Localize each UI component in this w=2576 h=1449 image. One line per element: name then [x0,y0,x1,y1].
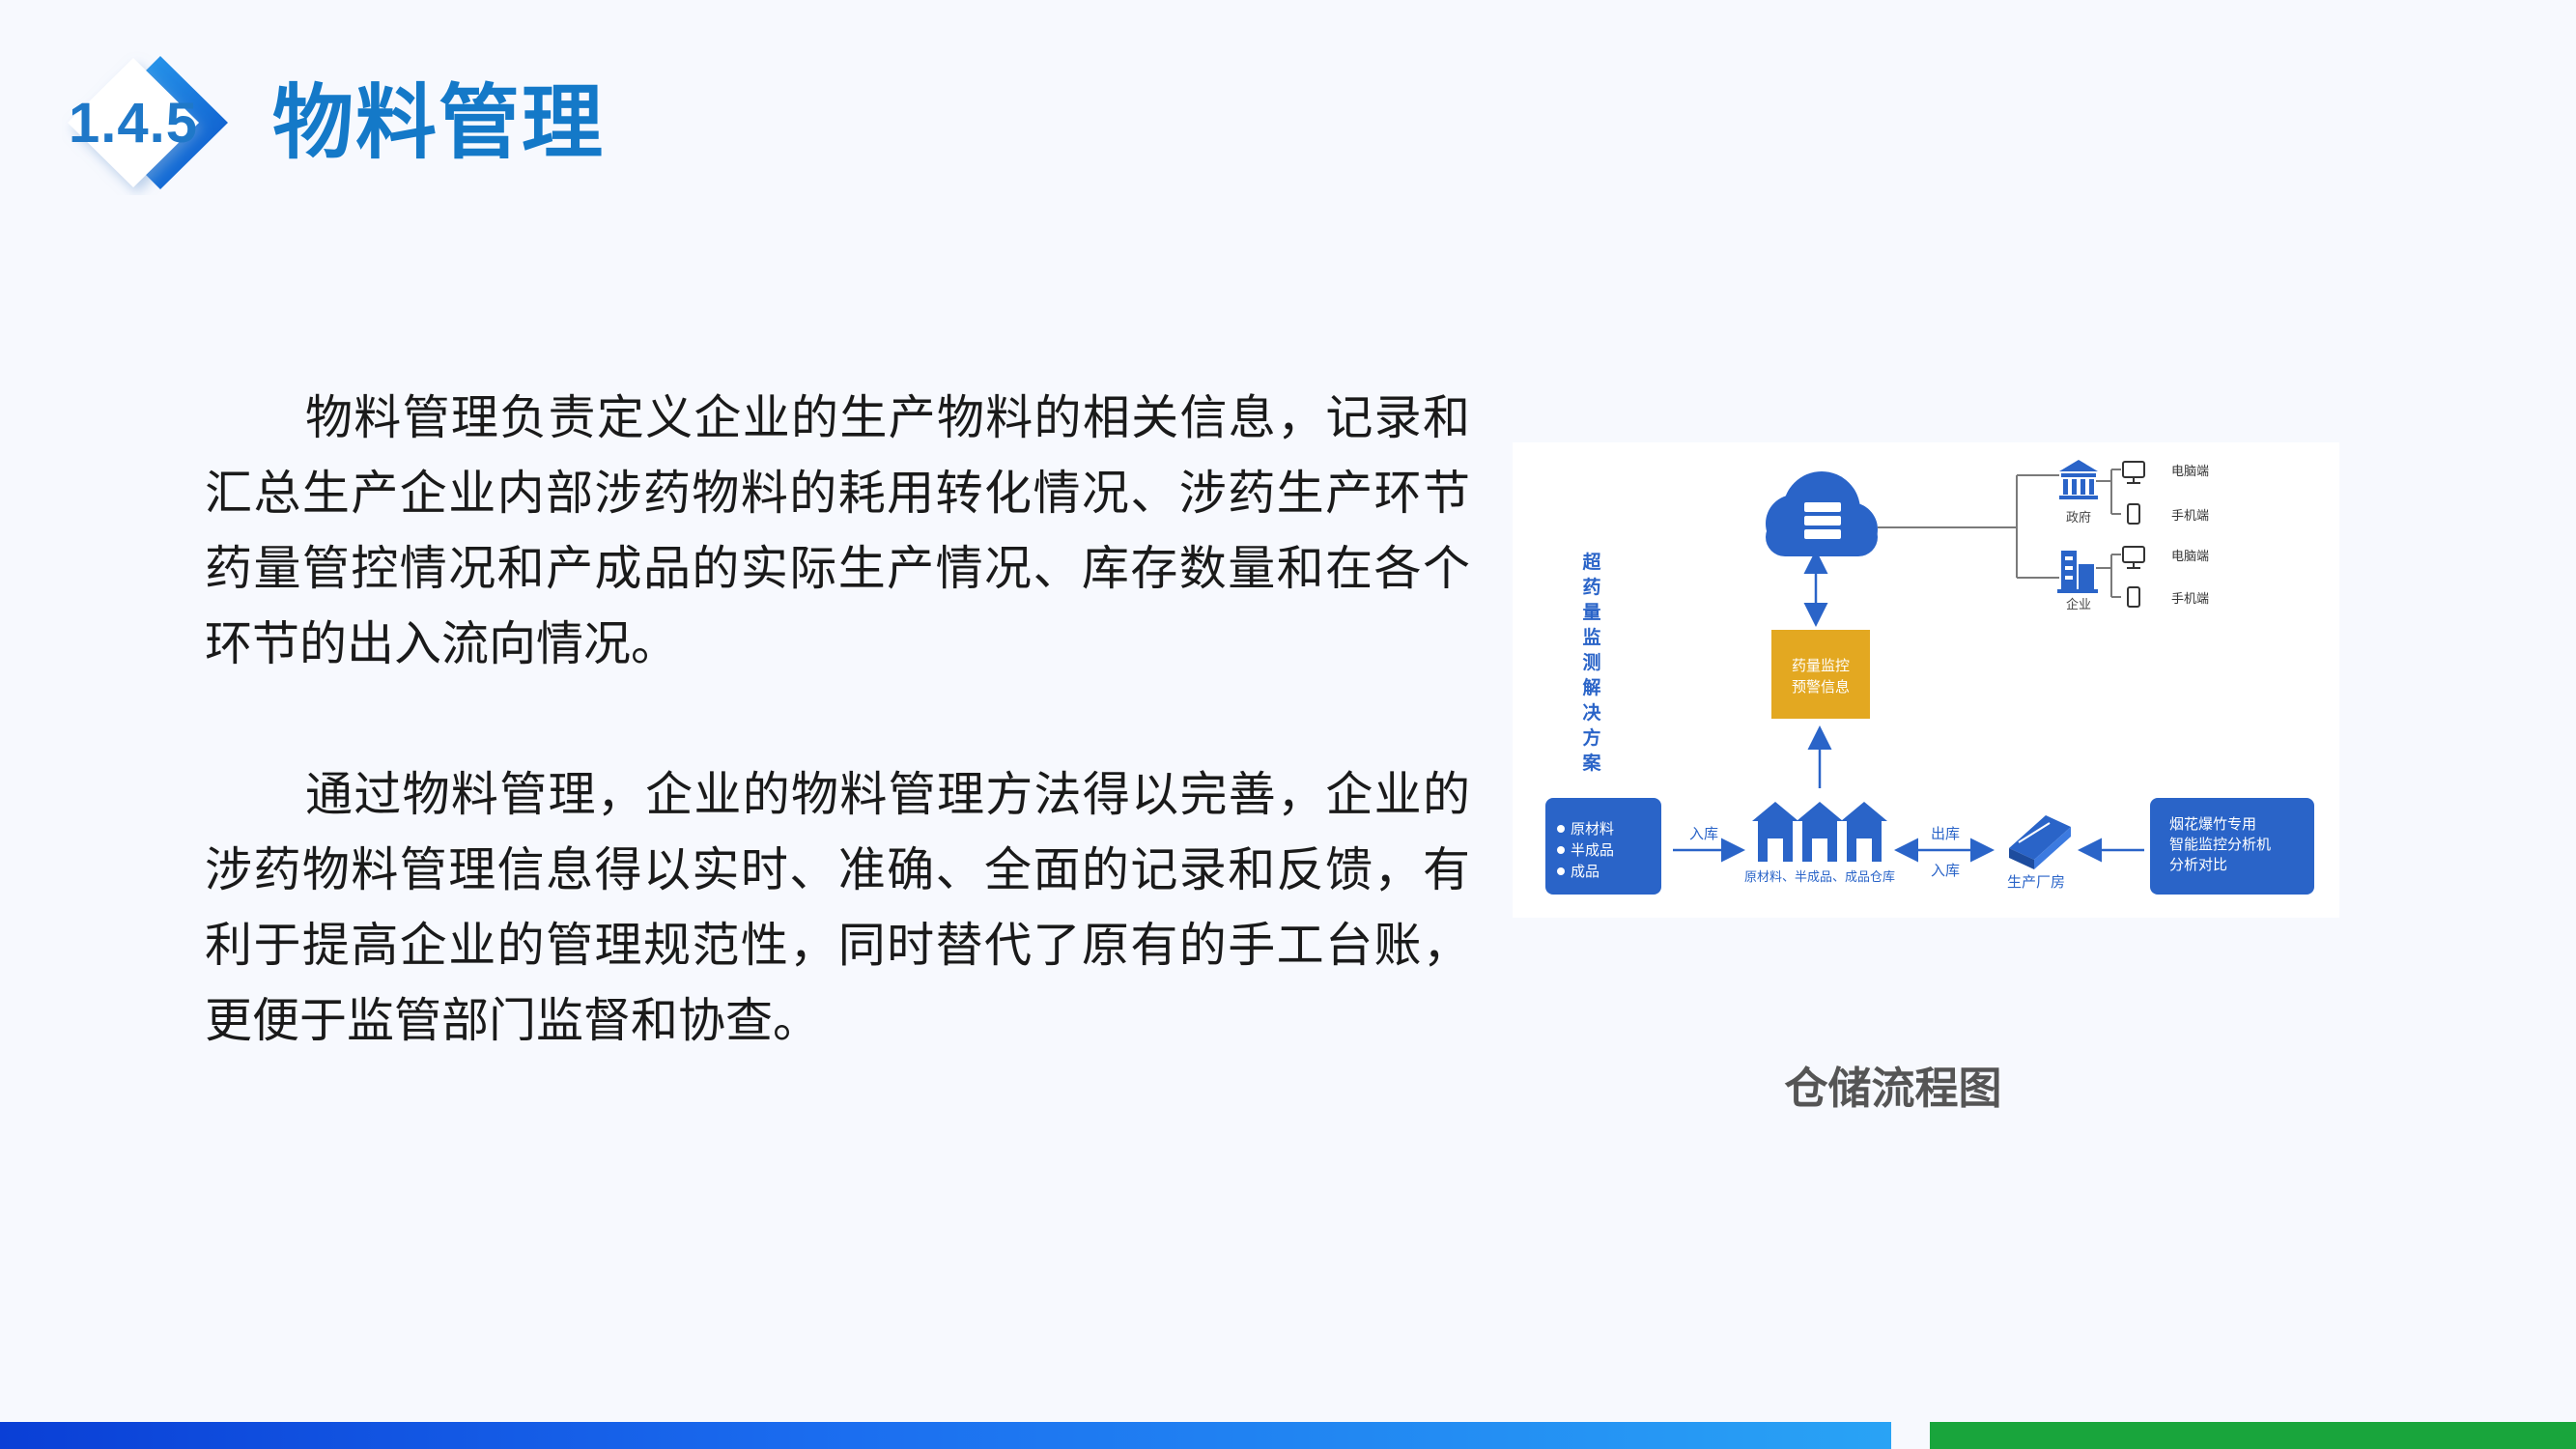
footer-bar-blue [0,1422,1891,1449]
factory-icon [2009,815,2071,869]
vertical-title-char: 案 [1581,752,1601,774]
vertical-title-char: 决 [1582,702,1601,724]
vertical-title-char: 超 [1581,551,1601,573]
phone-icon [2127,586,2140,608]
gov-label: 政府 [2066,511,2091,526]
phone-icon [2127,503,2140,525]
vertical-title: 超 药 量 监 测 解 决 方 案 [1581,551,1601,774]
analyzer-line: 烟花爆竹专用 [2169,815,2256,833]
ent-label: 企业 [2066,597,2091,612]
factory-label: 生产厂房 [2007,873,2065,891]
analyzer-line: 分析对比 [2169,856,2227,873]
alert-box-line-2: 预警信息 [1792,678,1850,696]
diagram-canvas: 超 药 量 监 测 解 决 方 案 政府 企业 电脑端 手机端 电脑端 手机端 … [1545,460,2314,895]
footer-bar-green [1930,1422,2576,1449]
gov-phone-label: 手机端 [2171,509,2209,524]
bullet-icon [1557,846,1565,854]
in-label-left: 入库 [1689,825,1718,842]
vertical-title-char: 方 [1582,726,1600,749]
ent-phone-label: 手机端 [2171,592,2209,607]
warehouse-label: 原材料、半成品、成品仓库 [1744,869,1895,885]
ent-pc-label: 电脑端 [2171,550,2209,564]
paragraph-1: 物料管理负责定义企业的生产物料的相关信息，记录和汇总生产企业内部涉药物料的耗用转… [205,390,1470,671]
diagram-caption: 仓储流程图 [1784,1063,2002,1114]
out-label: 出库 [1931,825,1960,842]
page-title: 物料管理 [272,75,606,170]
body-text: 物料管理负责定义企业的生产物料的相关信息，记录和汇总生产企业内部涉药物料的耗用转… [205,381,1470,1059]
vertical-title-char: 监 [1582,626,1600,648]
material-item: 成品 [1571,863,1599,880]
analyzer-line: 智能监控分析机 [2169,836,2271,853]
bullet-icon [1557,867,1565,875]
gov-pc-label: 电脑端 [2171,465,2209,479]
vertical-title-char: 测 [1582,652,1600,673]
cloud-server-icon [1766,471,1878,556]
enterprise-building-icon [2057,551,2098,593]
alert-box [1771,630,1870,719]
government-building-icon [2059,460,2098,499]
material-item: 半成品 [1571,841,1614,859]
section-badge: 1.4.5 [62,50,234,195]
bullet-icon [1557,825,1565,833]
monitor-icon [2122,461,2145,484]
in-label-right: 入库 [1931,862,1960,879]
alert-box-line-1: 药量监控 [1792,657,1850,674]
paragraph-2: 通过物料管理，企业的物料管理方法得以完善，企业的涉药物料管理信息得以实时、准确、… [205,767,1470,1048]
warehouse-flow-diagram: 超 药 量 监 测 解 决 方 案 政府 企业 电脑端 手机端 电脑端 手机端 … [1513,442,2339,918]
vertical-title-char: 量 [1582,602,1600,623]
monitor-icon [2122,546,2145,569]
vertical-title-char: 药 [1582,576,1600,598]
section-number: 1.4.5 [69,91,198,155]
vertical-title-char: 解 [1582,676,1600,698]
material-item: 原材料 [1571,820,1614,838]
warehouse-icon [1752,802,1887,862]
